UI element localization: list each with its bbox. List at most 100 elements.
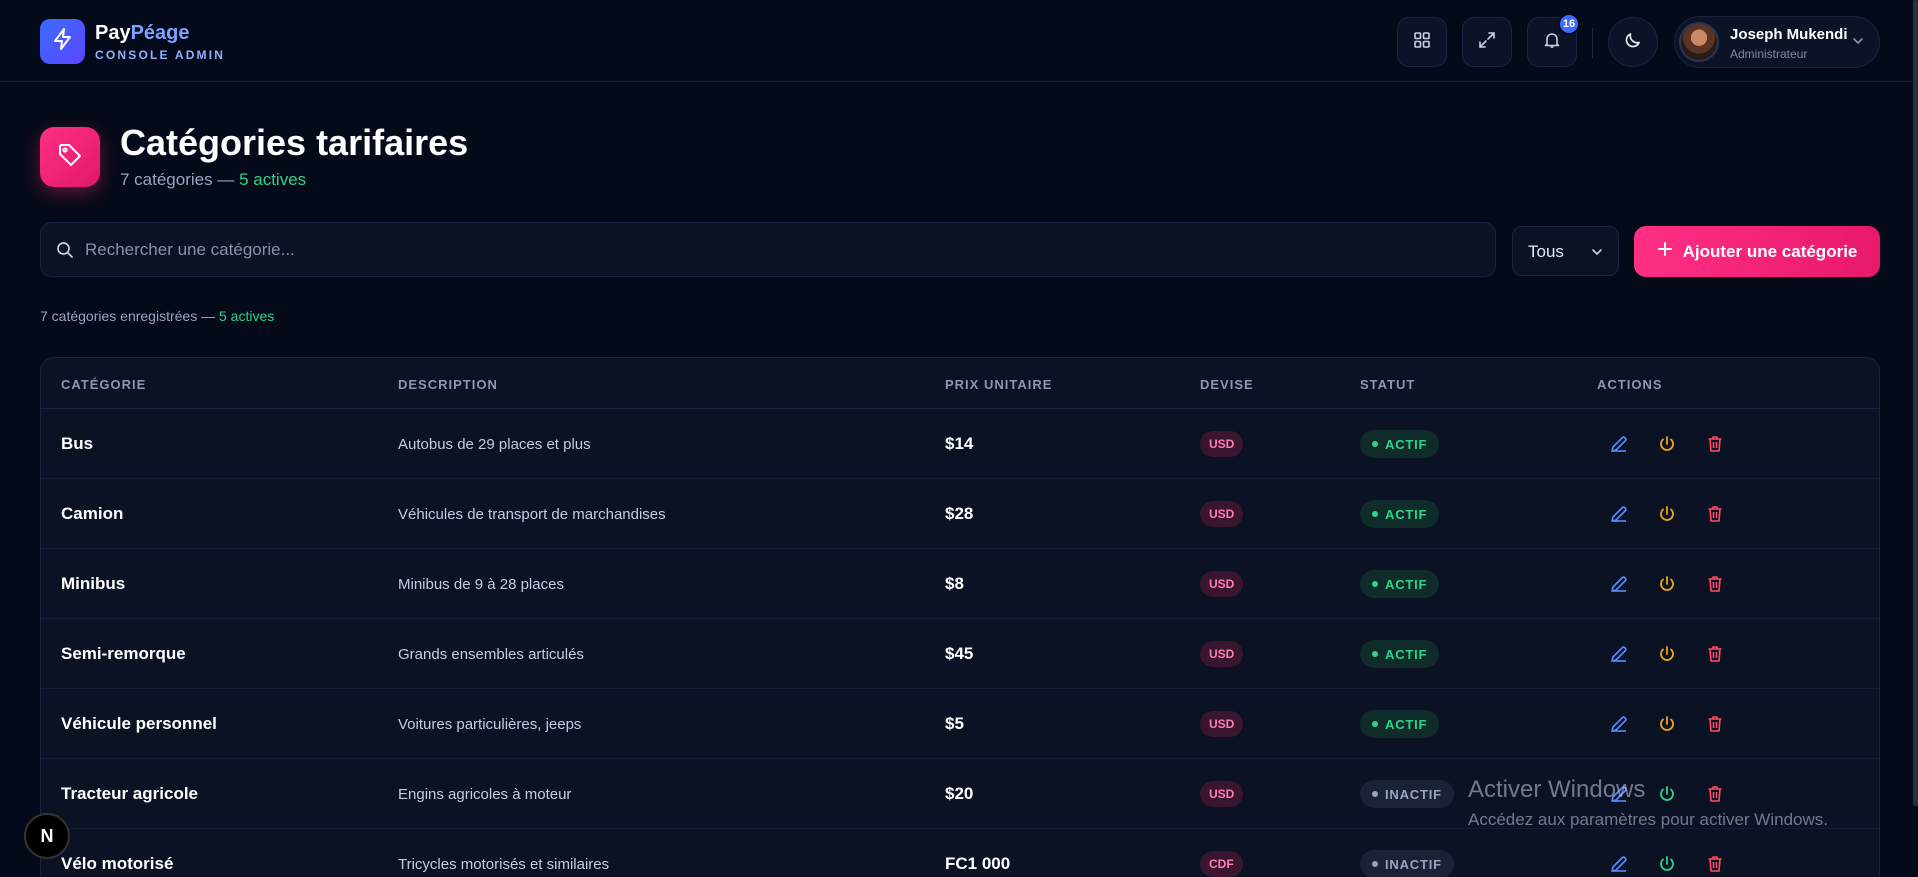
bolt-icon	[51, 27, 75, 56]
status-dot	[1372, 861, 1378, 867]
unit-price: $14	[945, 434, 974, 453]
status-cell: ACTIF	[1360, 409, 1440, 479]
status-dot	[1372, 791, 1378, 797]
trash-icon[interactable]	[1701, 850, 1729, 877]
status-cell: INACTIF	[1360, 829, 1454, 877]
status-dot	[1372, 581, 1378, 587]
plus-icon	[1657, 241, 1673, 262]
category-name: Véhicule personnel	[61, 714, 217, 733]
watermark-text: Accédez aux paramètres pour activer Wind…	[1468, 810, 1828, 829]
category-description: Autobus de 29 places et plus	[398, 435, 591, 453]
dev-tools-button[interactable]: N	[24, 813, 70, 859]
moon-icon	[1623, 30, 1643, 55]
status-cell: ACTIF	[1360, 689, 1440, 759]
windows-activation-watermark: Activer Windows Accédez aux paramètres p…	[1468, 776, 1828, 830]
table-row: Vélo motorisé Tricycles motorisés et simi…	[41, 829, 1879, 877]
currency-badge: USD	[1200, 781, 1244, 807]
status-cell: ACTIF	[1360, 619, 1440, 689]
trash-icon[interactable]	[1701, 430, 1729, 458]
row-actions	[1605, 829, 1729, 877]
currency-cell: USD	[1200, 479, 1244, 549]
column-header-category: CATÉGORIE	[61, 377, 147, 392]
apps-button[interactable]	[1397, 17, 1447, 67]
currency-badge: USD	[1200, 571, 1244, 597]
currency-cell: USD	[1200, 549, 1244, 619]
status-label: INACTIF	[1385, 856, 1442, 872]
power-icon[interactable]	[1653, 850, 1681, 877]
status-filter-value: Tous	[1528, 242, 1564, 261]
unit-price: $28	[945, 504, 974, 523]
table-row: Bus Autobus de 29 places et plus $14 USD ACT…	[41, 409, 1879, 479]
logo[interactable]	[40, 19, 85, 64]
status-dot	[1372, 721, 1378, 727]
unit-price: $8	[945, 574, 964, 593]
edit-icon[interactable]	[1605, 430, 1633, 458]
power-icon[interactable]	[1653, 570, 1681, 598]
search-box[interactable]	[40, 222, 1496, 277]
table-row: Minibus Minibus de 9 à 28 places $8 USD ACTI…	[41, 549, 1879, 619]
trash-icon[interactable]	[1701, 570, 1729, 598]
status-label: INACTIF	[1385, 786, 1442, 802]
page-title: Catégories tarifaires	[120, 122, 469, 163]
row-actions	[1605, 619, 1729, 689]
edit-icon[interactable]	[1605, 500, 1633, 528]
status-badge: ACTIF	[1360, 430, 1440, 458]
currency-cell: CDF	[1200, 829, 1243, 877]
trash-icon[interactable]	[1701, 640, 1729, 668]
chevron-down-icon	[1590, 245, 1604, 264]
user-menu[interactable]: Joseph Mukendi Administrateur	[1674, 16, 1880, 68]
power-icon[interactable]	[1653, 430, 1681, 458]
unit-price: FC1 000	[945, 854, 1011, 873]
status-label: ACTIF	[1385, 506, 1428, 522]
category-description: Véhicules de transport de marchandises	[398, 505, 666, 523]
edit-icon[interactable]	[1605, 570, 1633, 598]
watermark-title: Activer Windows	[1468, 776, 1646, 803]
category-name: Semi-remorque	[61, 644, 186, 663]
user-role: Administrateur	[1730, 47, 1808, 61]
row-actions	[1605, 409, 1729, 479]
status-badge: INACTIF	[1360, 780, 1454, 808]
table-row: Semi-remorque Grands ensembles articulés $…	[41, 619, 1879, 689]
edit-icon[interactable]	[1605, 850, 1633, 877]
row-actions	[1605, 479, 1729, 549]
currency-badge: USD	[1200, 641, 1244, 667]
add-category-label: Ajouter une catégorie	[1682, 241, 1858, 261]
fullscreen-button[interactable]	[1462, 17, 1512, 67]
column-header-currency: DEVISE	[1200, 377, 1254, 392]
column-header-status: STATUT	[1360, 377, 1416, 392]
unit-price: $45	[945, 644, 974, 663]
records-summary: 7 catégories enregistrées — 5 actives	[40, 308, 275, 324]
category-name: Camion	[61, 504, 124, 523]
category-name: Bus	[61, 434, 94, 453]
power-icon[interactable]	[1653, 640, 1681, 668]
edit-icon[interactable]	[1605, 640, 1633, 668]
page-scrollbar[interactable]	[1913, 0, 1918, 806]
edit-icon[interactable]	[1605, 710, 1633, 738]
status-badge: ACTIF	[1360, 500, 1440, 528]
add-category-button[interactable]: Ajouter une catégorie	[1634, 226, 1880, 277]
trash-icon[interactable]	[1701, 500, 1729, 528]
category-name: Vélo motorisé	[61, 854, 174, 873]
page-subtitle: 7 catégories — 5 actives	[120, 170, 307, 189]
status-badge: ACTIF	[1360, 570, 1440, 598]
power-icon[interactable]	[1653, 500, 1681, 528]
user-name: Joseph Mukendi	[1730, 26, 1848, 43]
trash-icon[interactable]	[1701, 710, 1729, 738]
currency-cell: USD	[1200, 409, 1244, 479]
currency-cell: USD	[1200, 689, 1244, 759]
status-filter-select[interactable]: Tous	[1512, 226, 1619, 276]
status-badge: ACTIF	[1360, 640, 1440, 668]
brand-subtitle: CONSOLE ADMIN	[95, 48, 226, 62]
status-dot	[1372, 511, 1378, 517]
notifications-button[interactable]: 16	[1527, 13, 1580, 67]
status-cell: INACTIF	[1360, 759, 1454, 829]
theme-toggle-button[interactable]	[1608, 17, 1658, 67]
status-dot	[1372, 441, 1378, 447]
grid-icon	[1413, 31, 1431, 54]
power-icon[interactable]	[1653, 710, 1681, 738]
page-icon	[40, 127, 100, 187]
status-badge: INACTIF	[1360, 850, 1454, 877]
currency-badge: USD	[1200, 431, 1244, 457]
tag-icon	[56, 141, 84, 174]
search-input[interactable]	[85, 223, 1475, 276]
